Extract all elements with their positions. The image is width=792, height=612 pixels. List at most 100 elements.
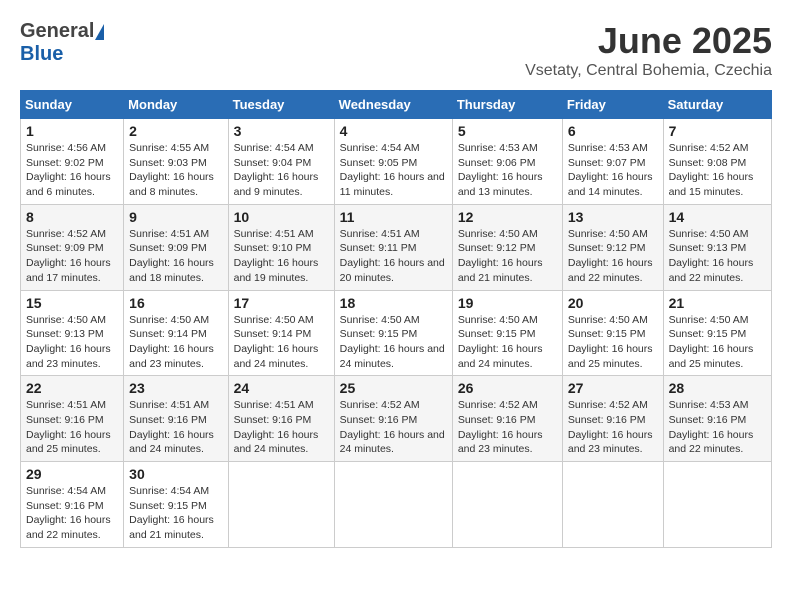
- day-number: 27: [568, 380, 658, 396]
- calendar-cell: 3Sunrise: 4:54 AMSunset: 9:04 PMDaylight…: [228, 119, 334, 205]
- day-info: Sunrise: 4:54 AMSunset: 9:05 PMDaylight:…: [340, 142, 445, 198]
- day-number: 7: [669, 123, 766, 139]
- calendar-cell: [228, 462, 334, 548]
- calendar-cell: 18Sunrise: 4:50 AMSunset: 9:15 PMDayligh…: [334, 290, 452, 376]
- calendar-body: 1 Sunrise: 4:56 AMSunset: 9:02 PMDaylight…: [21, 119, 772, 548]
- calendar-cell: 27Sunrise: 4:52 AMSunset: 9:16 PMDayligh…: [562, 376, 663, 462]
- day-info: Sunrise: 4:50 AMSunset: 9:15 PMDaylight:…: [669, 314, 754, 370]
- day-info: Sunrise: 4:51 AMSunset: 9:16 PMDaylight:…: [234, 399, 319, 455]
- day-info: Sunrise: 4:52 AMSunset: 9:09 PMDaylight:…: [26, 228, 111, 284]
- day-info: Sunrise: 4:53 AMSunset: 9:06 PMDaylight:…: [458, 142, 543, 198]
- calendar-cell: 11 Sunrise: 4:51 AMSunset: 9:11 PMDayligh…: [334, 204, 452, 290]
- day-number: 4: [340, 123, 447, 139]
- calendar-cell: 12 Sunrise: 4:50 AMSunset: 9:12 PMDayligh…: [452, 204, 562, 290]
- day-info: Sunrise: 4:50 AMSunset: 9:13 PMDaylight:…: [26, 314, 111, 370]
- day-number: 15: [26, 295, 118, 311]
- calendar-cell: 22 Sunrise: 4:51 AMSunset: 9:16 PMDayligh…: [21, 376, 124, 462]
- day-number: 14: [669, 209, 766, 225]
- calendar-cell: 7 Sunrise: 4:52 AMSunset: 9:08 PMDaylight…: [663, 119, 771, 205]
- day-info: Sunrise: 4:52 AMSunset: 9:16 PMDaylight:…: [340, 399, 445, 455]
- day-number: 3: [234, 123, 329, 139]
- calendar-cell: 8Sunrise: 4:52 AMSunset: 9:09 PMDaylight…: [21, 204, 124, 290]
- weekday-tuesday: Tuesday: [228, 91, 334, 119]
- day-info: Sunrise: 4:54 AMSunset: 9:16 PMDaylight:…: [26, 485, 111, 541]
- location-title: Vsetaty, Central Bohemia, Czechia: [525, 62, 772, 80]
- calendar-cell: 13 Sunrise: 4:50 AMSunset: 9:12 PMDayligh…: [562, 204, 663, 290]
- day-number: 24: [234, 380, 329, 396]
- weekday-header-row: SundayMondayTuesdayWednesdayThursdayFrid…: [21, 91, 772, 119]
- calendar-cell: 23Sunrise: 4:51 AMSunset: 9:16 PMDayligh…: [124, 376, 228, 462]
- calendar-cell: 10 Sunrise: 4:51 AMSunset: 9:10 PMDayligh…: [228, 204, 334, 290]
- day-number: 13: [568, 209, 658, 225]
- day-number: 1: [26, 123, 118, 139]
- title-area: June 2025 Vsetaty, Central Bohemia, Czec…: [525, 20, 772, 80]
- day-number: 19: [458, 295, 557, 311]
- day-info: Sunrise: 4:51 AMSunset: 9:16 PMDaylight:…: [26, 399, 111, 455]
- day-info: Sunrise: 4:51 AMSunset: 9:09 PMDaylight:…: [129, 228, 214, 284]
- weekday-saturday: Saturday: [663, 91, 771, 119]
- logo-triangle-icon: [95, 24, 104, 40]
- day-number: 11: [340, 209, 447, 225]
- day-info: Sunrise: 4:52 AMSunset: 9:08 PMDaylight:…: [669, 142, 754, 198]
- day-info: Sunrise: 4:54 AMSunset: 9:15 PMDaylight:…: [129, 485, 214, 541]
- calendar-cell: 1 Sunrise: 4:56 AMSunset: 9:02 PMDaylight…: [21, 119, 124, 205]
- day-number: 5: [458, 123, 557, 139]
- day-number: 29: [26, 466, 118, 482]
- logo-general: General: [20, 20, 94, 43]
- day-number: 10: [234, 209, 329, 225]
- calendar-cell: 14Sunrise: 4:50 AMSunset: 9:13 PMDayligh…: [663, 204, 771, 290]
- day-info: Sunrise: 4:55 AMSunset: 9:03 PMDaylight:…: [129, 142, 214, 198]
- calendar-week-2: 8Sunrise: 4:52 AMSunset: 9:09 PMDaylight…: [21, 204, 772, 290]
- day-number: 26: [458, 380, 557, 396]
- calendar-cell: 17Sunrise: 4:50 AMSunset: 9:14 PMDayligh…: [228, 290, 334, 376]
- weekday-sunday: Sunday: [21, 91, 124, 119]
- day-number: 6: [568, 123, 658, 139]
- calendar-cell: 28Sunrise: 4:53 AMSunset: 9:16 PMDayligh…: [663, 376, 771, 462]
- calendar-cell: 16 Sunrise: 4:50 AMSunset: 9:14 PMDayligh…: [124, 290, 228, 376]
- calendar-cell: 15 Sunrise: 4:50 AMSunset: 9:13 PMDayligh…: [21, 290, 124, 376]
- day-info: Sunrise: 4:51 AMSunset: 9:16 PMDaylight:…: [129, 399, 214, 455]
- day-info: Sunrise: 4:50 AMSunset: 9:14 PMDaylight:…: [129, 314, 214, 370]
- calendar-cell: 5 Sunrise: 4:53 AMSunset: 9:06 PMDaylight…: [452, 119, 562, 205]
- calendar-week-3: 15 Sunrise: 4:50 AMSunset: 9:13 PMDayligh…: [21, 290, 772, 376]
- day-number: 25: [340, 380, 447, 396]
- day-info: Sunrise: 4:51 AMSunset: 9:11 PMDaylight:…: [340, 228, 445, 284]
- day-number: 17: [234, 295, 329, 311]
- calendar-week-4: 22 Sunrise: 4:51 AMSunset: 9:16 PMDayligh…: [21, 376, 772, 462]
- day-info: Sunrise: 4:50 AMSunset: 9:15 PMDaylight:…: [568, 314, 653, 370]
- day-info: Sunrise: 4:51 AMSunset: 9:10 PMDaylight:…: [234, 228, 319, 284]
- day-info: Sunrise: 4:50 AMSunset: 9:12 PMDaylight:…: [568, 228, 653, 284]
- day-info: Sunrise: 4:50 AMSunset: 9:12 PMDaylight:…: [458, 228, 543, 284]
- calendar-cell: [334, 462, 452, 548]
- day-number: 16: [129, 295, 222, 311]
- weekday-thursday: Thursday: [452, 91, 562, 119]
- day-info: Sunrise: 4:53 AMSunset: 9:16 PMDaylight:…: [669, 399, 754, 455]
- day-number: 30: [129, 466, 222, 482]
- calendar-week-5: 29 Sunrise: 4:54 AMSunset: 9:16 PMDayligh…: [21, 462, 772, 548]
- day-number: 18: [340, 295, 447, 311]
- calendar-cell: 26 Sunrise: 4:52 AMSunset: 9:16 PMDayligh…: [452, 376, 562, 462]
- calendar-cell: [562, 462, 663, 548]
- calendar-cell: 24 Sunrise: 4:51 AMSunset: 9:16 PMDayligh…: [228, 376, 334, 462]
- month-title: June 2025: [525, 20, 772, 62]
- day-number: 22: [26, 380, 118, 396]
- day-number: 12: [458, 209, 557, 225]
- page-header: General Blue June 2025 Vsetaty, Central …: [20, 20, 772, 80]
- day-info: Sunrise: 4:56 AMSunset: 9:02 PMDaylight:…: [26, 142, 111, 198]
- calendar-week-1: 1 Sunrise: 4:56 AMSunset: 9:02 PMDaylight…: [21, 119, 772, 205]
- weekday-wednesday: Wednesday: [334, 91, 452, 119]
- logo: General Blue: [20, 20, 104, 66]
- day-info: Sunrise: 4:52 AMSunset: 9:16 PMDaylight:…: [458, 399, 543, 455]
- weekday-friday: Friday: [562, 91, 663, 119]
- day-info: Sunrise: 4:50 AMSunset: 9:15 PMDaylight:…: [458, 314, 543, 370]
- calendar-cell: 6 Sunrise: 4:53 AMSunset: 9:07 PMDaylight…: [562, 119, 663, 205]
- logo-blue: Blue: [20, 43, 63, 65]
- calendar-cell: 25 Sunrise: 4:52 AMSunset: 9:16 PMDayligh…: [334, 376, 452, 462]
- day-number: 2: [129, 123, 222, 139]
- calendar-cell: 30 Sunrise: 4:54 AMSunset: 9:15 PMDayligh…: [124, 462, 228, 548]
- calendar-table: SundayMondayTuesdayWednesdayThursdayFrid…: [20, 90, 772, 548]
- day-info: Sunrise: 4:53 AMSunset: 9:07 PMDaylight:…: [568, 142, 653, 198]
- calendar-cell: 19 Sunrise: 4:50 AMSunset: 9:15 PMDayligh…: [452, 290, 562, 376]
- calendar-cell: 20Sunrise: 4:50 AMSunset: 9:15 PMDayligh…: [562, 290, 663, 376]
- calendar-cell: 21Sunrise: 4:50 AMSunset: 9:15 PMDayligh…: [663, 290, 771, 376]
